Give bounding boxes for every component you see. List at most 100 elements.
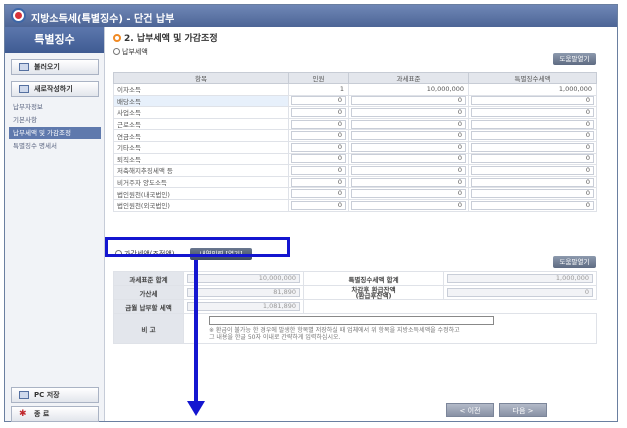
app-window: 지방소득세(특별징수) - 단건 납부 특별징수 불러오기 새로작성하기 납부자… bbox=[4, 4, 618, 422]
sidebar-item-basic-info[interactable]: 기본사항 bbox=[13, 114, 101, 126]
tax-field[interactable]: 0 bbox=[471, 200, 594, 210]
table-row: 금월 납부할 세액 1,081,890 bbox=[113, 299, 597, 314]
tax-field[interactable]: 0 bbox=[471, 154, 594, 164]
tax-field[interactable]: 0 bbox=[471, 165, 594, 175]
base-field[interactable]: 10,000,000 bbox=[348, 83, 469, 96]
remark-note-line1: ※ 환급이 불가능 한 경우에 발생한 항목별 저장하실 때 업체에서 위 항목… bbox=[209, 327, 460, 334]
row-item: 저축해지추징세액 등 bbox=[113, 164, 289, 177]
section-bullet-icon bbox=[113, 34, 121, 42]
row-item: 비거주자 양도소득 bbox=[113, 175, 289, 189]
adjust-table: 과세표준 합계 10,000,000 특별징수세액 합계 1,000,000 가… bbox=[113, 271, 598, 344]
folder-icon bbox=[19, 63, 29, 71]
document-icon bbox=[19, 85, 29, 93]
tax-section-label: 납부세액 bbox=[122, 48, 148, 56]
column-header-tax: 특별징수세액 bbox=[468, 72, 597, 84]
help-button-tax[interactable]: 도움말열기 bbox=[553, 53, 596, 65]
table-row: 근로소득 0 0 0 bbox=[113, 117, 597, 131]
exit-button-label: 종 료 bbox=[34, 410, 50, 418]
tax-field[interactable]: 0 bbox=[471, 177, 594, 187]
tax-field[interactable]: 1,000,000 bbox=[468, 83, 597, 96]
row-item: 근로소득 bbox=[113, 117, 289, 131]
tax-field[interactable]: 0 bbox=[471, 131, 594, 141]
count-field[interactable]: 0 bbox=[291, 96, 346, 106]
base-field[interactable]: 0 bbox=[351, 96, 466, 106]
row-item: 이자소득 bbox=[113, 83, 289, 96]
table-row: 비 고 ※ 환급이 불가능 한 경우에 발생한 항목별 저장하실 때 업체에서 … bbox=[113, 313, 598, 344]
tax-field[interactable]: 0 bbox=[471, 96, 594, 106]
section-title: 2. 납부세액 및 가감조정 bbox=[113, 31, 218, 44]
base-field[interactable]: 0 bbox=[351, 142, 466, 152]
column-header-item: 항목 bbox=[113, 72, 289, 84]
refund-field: 0 bbox=[447, 288, 594, 297]
column-header-base: 과세표준 bbox=[348, 72, 469, 84]
count-field[interactable]: 0 bbox=[291, 154, 346, 164]
count-field[interactable]: 0 bbox=[291, 200, 346, 210]
sidebar: 특별징수 불러오기 새로작성하기 납부자정보 기본사항 납부세액 및 가감조정 … bbox=[5, 27, 105, 422]
count-field[interactable]: 1 bbox=[288, 83, 349, 96]
tax-total-label: 특별징수세액 합계 bbox=[302, 271, 445, 286]
annotation-highlight-box bbox=[105, 237, 290, 257]
annotation-arrow-shaft bbox=[194, 260, 198, 402]
row-item: 연금소득 bbox=[113, 129, 289, 142]
table-row: 법인원천(외국법인) 0 0 0 bbox=[113, 198, 597, 212]
base-field[interactable]: 0 bbox=[351, 131, 466, 141]
tax-field[interactable]: 0 bbox=[471, 189, 594, 199]
pc-save-button-label: PC 저장 bbox=[34, 391, 60, 399]
table-row: 저축해지추징세액 등 0 0 0 bbox=[113, 164, 597, 177]
pc-save-button[interactable]: PC 저장 bbox=[11, 387, 99, 403]
count-field[interactable]: 0 bbox=[291, 142, 346, 152]
base-field[interactable]: 0 bbox=[351, 165, 466, 175]
main-content: 2. 납부세액 및 가감조정 납부세액 도움말열기 항목 인원 과세표준 특별징… bbox=[106, 27, 617, 421]
base-field[interactable]: 0 bbox=[351, 154, 466, 164]
next-button[interactable]: 다음 > bbox=[499, 403, 547, 417]
remark-input[interactable] bbox=[209, 316, 494, 325]
table-row: 배당소득 0 0 0 bbox=[113, 94, 597, 108]
penalty-field: 81,890 bbox=[187, 288, 300, 297]
base-total-label: 과세표준 합계 bbox=[113, 271, 184, 286]
row-item: 법인원천(내국법인) bbox=[113, 187, 289, 200]
prev-button[interactable]: < 이전 bbox=[446, 403, 494, 417]
remark-label: 비 고 bbox=[113, 313, 184, 344]
base-field[interactable]: 0 bbox=[351, 177, 466, 187]
save-icon bbox=[19, 391, 29, 399]
refund-label-sub: (환급후잔액) bbox=[355, 291, 392, 300]
base-total-field: 10,000,000 bbox=[187, 274, 300, 283]
penalty-label: 가산세 bbox=[113, 285, 184, 300]
count-field[interactable]: 0 bbox=[291, 107, 346, 117]
base-field[interactable]: 0 bbox=[351, 119, 466, 129]
load-button[interactable]: 불러오기 bbox=[11, 59, 99, 75]
count-field[interactable]: 0 bbox=[291, 119, 346, 129]
tax-field[interactable]: 0 bbox=[471, 142, 594, 152]
tax-total-field: 1,000,000 bbox=[447, 274, 594, 283]
row-item: 배당소득 bbox=[113, 94, 289, 108]
base-field[interactable]: 0 bbox=[351, 107, 466, 117]
tax-section-title: 납부세액 bbox=[113, 47, 148, 57]
table-row: 사업소득 0 0 0 bbox=[113, 106, 597, 119]
row-item: 기타소득 bbox=[113, 140, 289, 154]
exit-icon: ✱ bbox=[19, 409, 27, 419]
load-button-label: 불러오기 bbox=[34, 63, 60, 71]
refund-label: 차감후 환급잔액 (환급후잔액) bbox=[302, 285, 445, 300]
base-field[interactable]: 0 bbox=[351, 189, 466, 199]
window-title: 지방소득세(특별징수) - 단건 납부 bbox=[31, 14, 175, 25]
title-bar: 지방소득세(특별징수) - 단건 납부 bbox=[5, 5, 617, 27]
sidebar-item-payer-info[interactable]: 납부자정보 bbox=[13, 101, 101, 113]
tax-field[interactable]: 0 bbox=[471, 119, 594, 129]
sidebar-item-withholding-statement[interactable]: 특별징수 명세서 bbox=[13, 140, 101, 152]
help-button-adjust[interactable]: 도움말열기 bbox=[553, 256, 596, 268]
circle-bullet-icon bbox=[113, 48, 120, 55]
exit-button[interactable]: ✱ 종 료 bbox=[11, 406, 99, 422]
sidebar-item-tax-adjustment[interactable]: 납부세액 및 가감조정 bbox=[9, 127, 101, 139]
section-title-text: 2. 납부세액 및 가감조정 bbox=[124, 34, 218, 44]
annotation-arrow-down-icon bbox=[187, 401, 205, 416]
row-item: 사업소득 bbox=[113, 106, 289, 119]
new-document-button[interactable]: 새로작성하기 bbox=[11, 81, 99, 97]
base-field[interactable]: 0 bbox=[351, 200, 466, 210]
column-header-count: 인원 bbox=[288, 72, 349, 84]
count-field[interactable]: 0 bbox=[291, 131, 346, 141]
count-field[interactable]: 0 bbox=[291, 177, 346, 187]
count-field[interactable]: 0 bbox=[291, 165, 346, 175]
tax-field[interactable]: 0 bbox=[471, 107, 594, 117]
table-row: 법인원천(내국법인) 0 0 0 bbox=[113, 187, 597, 200]
count-field[interactable]: 0 bbox=[291, 189, 346, 199]
